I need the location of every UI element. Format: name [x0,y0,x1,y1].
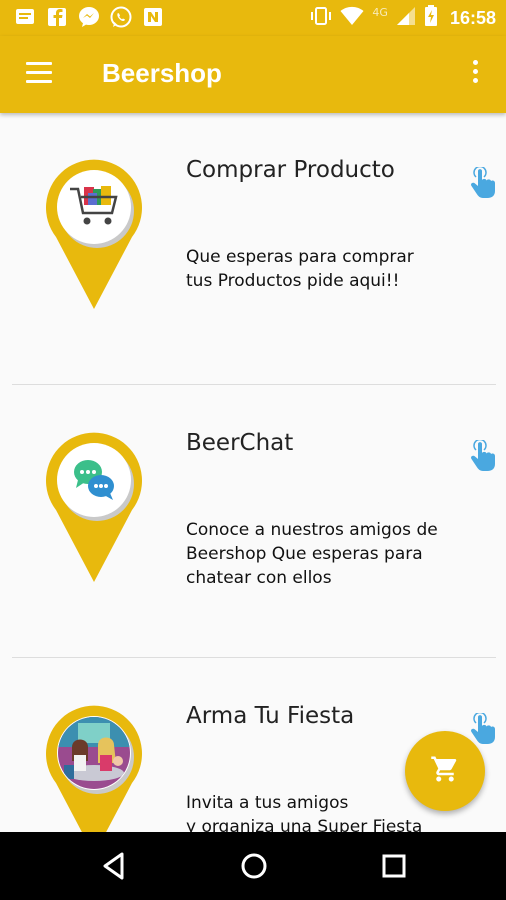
card-title: Comprar Producto [186,157,395,183]
more-vert-icon[interactable] [468,60,482,88]
card-title: BeerChat [186,430,294,456]
system-nav-bar [0,832,506,900]
status-bar: 4G 16:58 [0,0,506,36]
app-title: Beershop [102,58,222,88]
facebook-icon [46,6,68,28]
chat-bubbles-icon [66,452,122,508]
home-icon[interactable] [236,848,272,884]
back-icon[interactable] [96,848,132,884]
location-pin-icon [44,432,144,582]
divider [12,657,496,658]
signal-icon [396,6,416,30]
card-title: Arma Tu Fiesta [186,703,355,729]
tap-hand-icon[interactable] [468,438,498,472]
card-beerchat[interactable]: BeerChat Conoce a nuestros amigos de Bee… [0,386,506,658]
cart-fab-button[interactable] [405,731,485,811]
wifi-icon [340,6,364,30]
card-description: Conoce a nuestros amigos de Beershop Que… [186,520,438,588]
n-app-icon [142,6,164,28]
vibrate-icon [310,6,332,30]
whatsapp-icon [110,6,132,28]
card-comprar-producto[interactable]: Comprar Producto Que esperas para compra… [0,113,506,385]
shopping-cart-icon [66,179,122,235]
options-list: Comprar Producto Que esperas para compra… [0,113,506,832]
divider [12,384,496,385]
battery-icon [424,5,438,31]
hamburger-menu-icon[interactable] [26,62,54,86]
clock: 16:58 [449,7,496,28]
network-type: 4G [372,5,388,19]
message-icon [14,6,36,28]
cart-icon [430,754,460,788]
tap-hand-icon[interactable] [468,165,498,199]
location-pin-icon [44,159,144,309]
location-pin-icon [44,705,144,832]
card-description: Que esperas para comprar tus Productos p… [186,247,414,291]
tap-hand-icon[interactable] [468,711,498,745]
app-bar: Beershop [0,36,506,113]
messenger-icon [78,6,100,28]
party-people-icon [58,717,130,789]
recents-icon[interactable] [376,848,412,884]
